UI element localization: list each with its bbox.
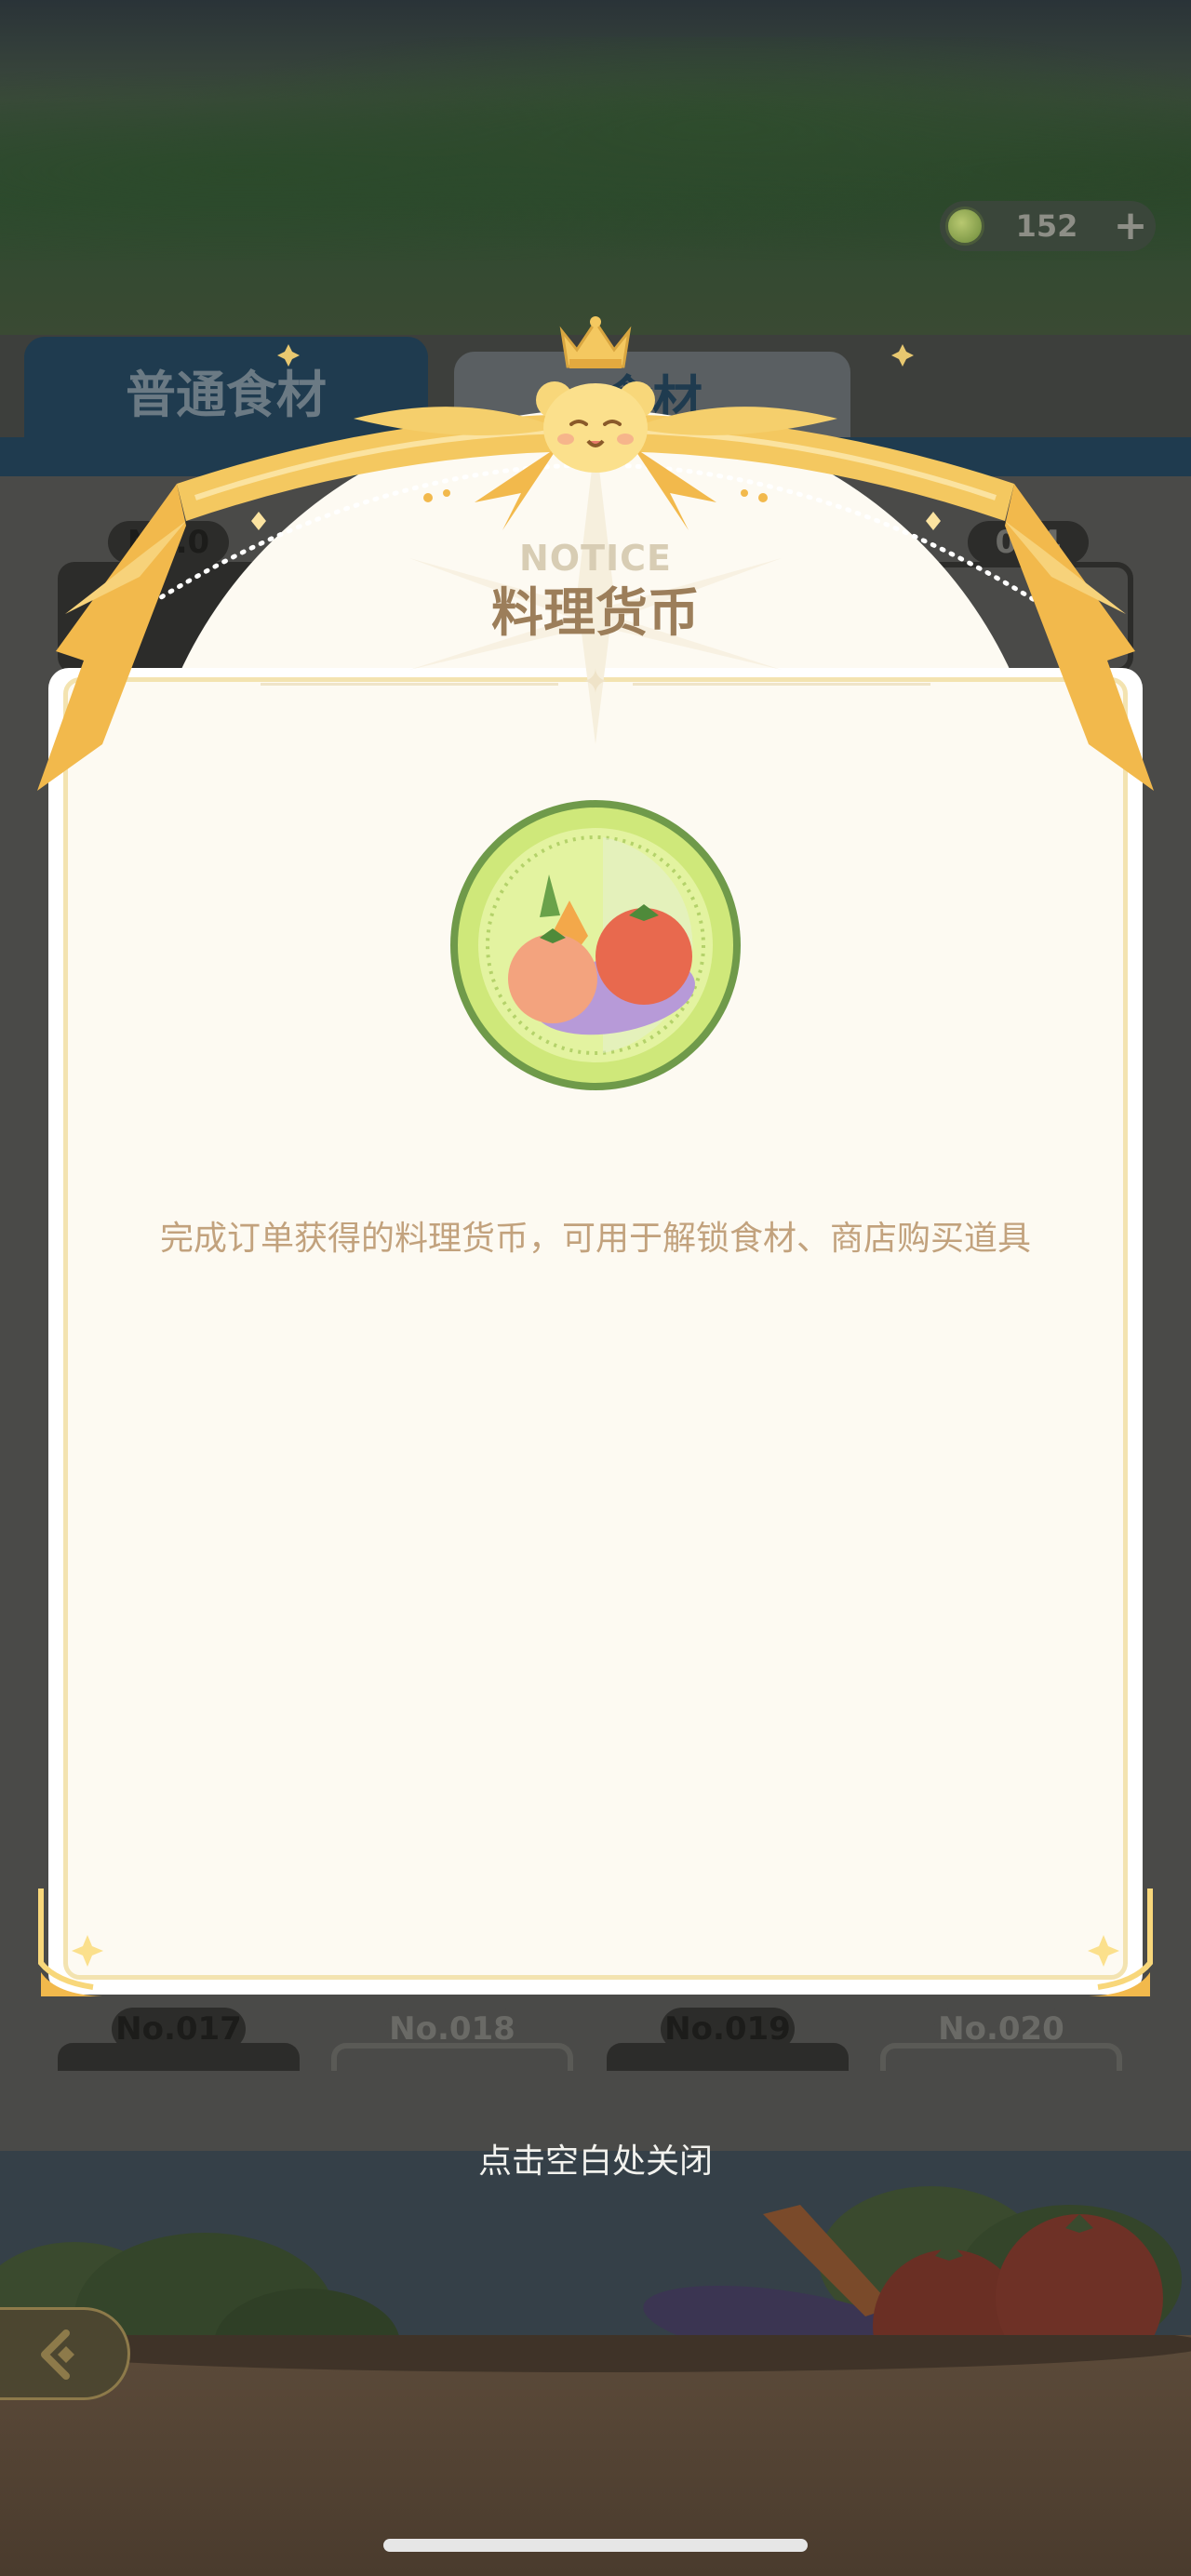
title-divider xyxy=(633,683,930,686)
corner-decoration xyxy=(1088,1870,1153,1996)
currency-value: 152 xyxy=(1015,208,1078,244)
close-hint[interactable]: 点击空白处关闭 xyxy=(316,2136,875,2188)
modal-title: 料理货币 xyxy=(491,583,700,644)
ingredient-card[interactable] xyxy=(880,2043,1122,2071)
sparkle-icon: ✦ xyxy=(581,663,610,701)
ingredient-card[interactable] xyxy=(607,2043,849,2071)
modal-description: 完成订单获得的料理货币，可用于解锁食材、商店购买道具 xyxy=(159,1220,1031,1258)
ingredient-card[interactable] xyxy=(58,2043,300,2071)
corner-decoration xyxy=(38,1870,103,1996)
vegetable-coin-icon xyxy=(945,207,984,246)
add-currency-button[interactable]: + xyxy=(1107,203,1154,249)
home-indicator[interactable] xyxy=(383,2539,808,2552)
ingredient-card[interactable] xyxy=(331,2043,573,2071)
notice-label: NOTICE xyxy=(518,538,672,579)
cooking-currency-icon xyxy=(450,800,741,1090)
back-arrow-icon xyxy=(41,2329,74,2380)
bear-mascot-icon xyxy=(536,381,655,473)
title-divider xyxy=(261,683,558,686)
crown-icon xyxy=(559,316,632,368)
